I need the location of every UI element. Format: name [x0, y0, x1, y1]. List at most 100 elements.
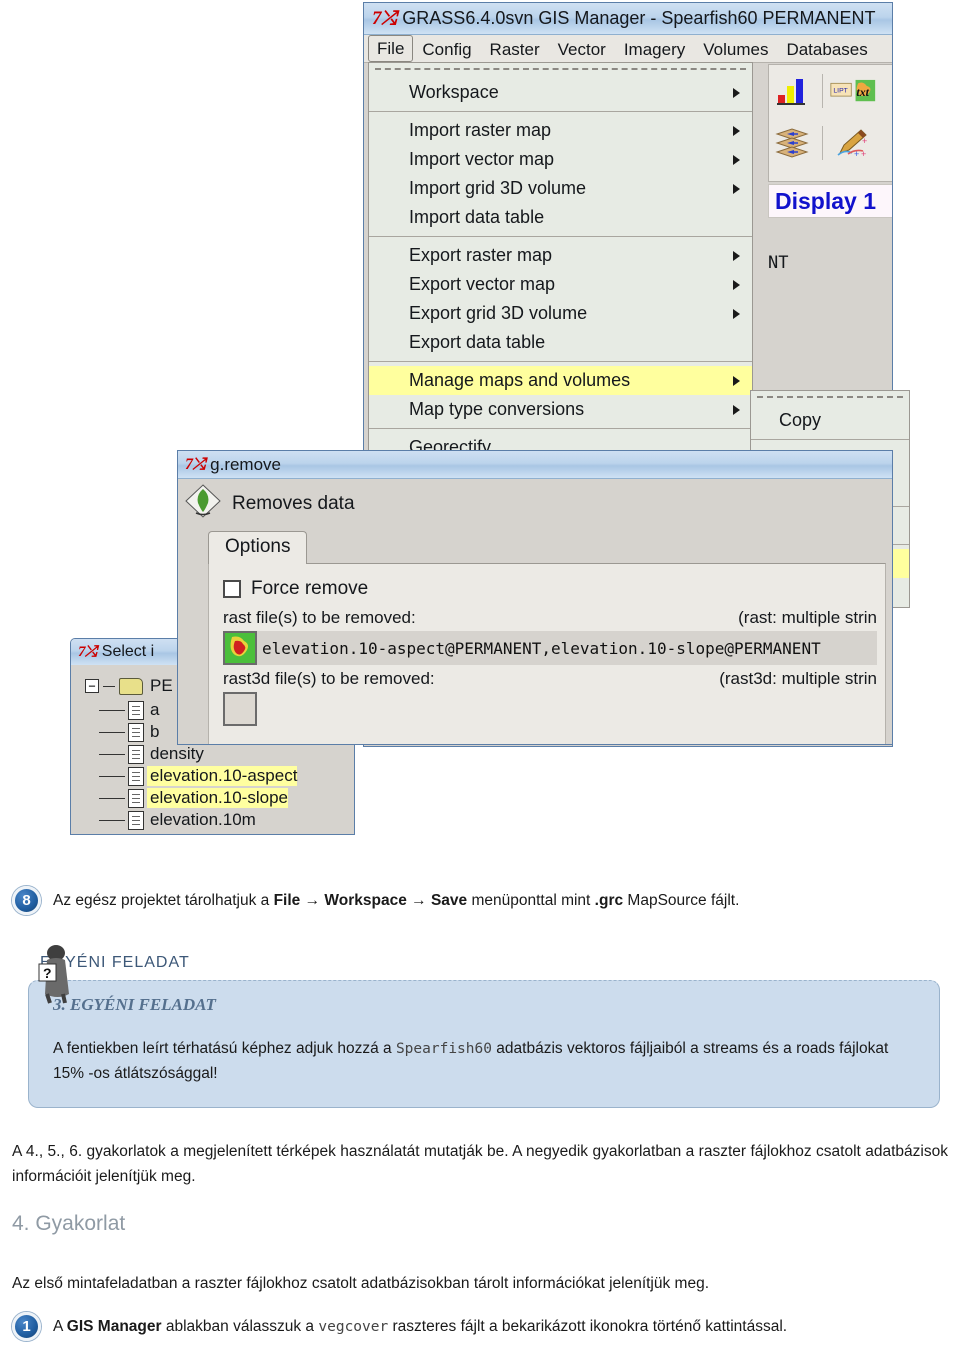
tree-root-label: PE — [150, 676, 173, 695]
question-person-icon: ? — [34, 942, 74, 1004]
file-keyword: File — [273, 892, 301, 909]
step-8-row: 8 Az egész projektet tárolhatjuk a File … — [12, 886, 952, 915]
menubar-item-imagery[interactable]: Imagery — [615, 35, 694, 62]
screenshot-image: 7 ⤮ GRASS6.4.0svn GIS Manager - Spearfis… — [0, 0, 960, 870]
submenu-tearoff-dashes[interactable] — [757, 396, 903, 405]
rast-field-label: rast file(s) to be removed: — [223, 608, 416, 627]
map-file-icon — [128, 744, 144, 764]
menu-item-label: Import vector map — [409, 149, 555, 169]
toolbar-row-1: LIPT txt — [769, 65, 892, 117]
rast-value-input[interactable]: elevation.10-aspect@PERMANENT,elevation.… — [257, 631, 877, 665]
menu-item-import-raster-map[interactable]: Import raster map — [369, 116, 752, 145]
menu-separator — [369, 111, 752, 112]
menu-separator — [369, 236, 752, 237]
menu-item-workspace[interactable]: Workspace — [369, 78, 752, 107]
menu-tearoff-dashes[interactable] — [375, 68, 746, 77]
menu-separator — [369, 361, 752, 362]
menu-item-export-raster-map[interactable]: Export raster map — [369, 241, 752, 270]
force-remove-checkbox[interactable] — [223, 580, 241, 598]
grass-diamond-icon — [182, 482, 224, 527]
menu-item-export-data-table[interactable]: Export data table — [369, 328, 752, 357]
lipt-txt-icon[interactable]: LIPT txt — [830, 71, 876, 111]
task-box-body: A fentiekben leírt térhatású képhez adju… — [53, 1040, 889, 1082]
rast3d-entry-row[interactable] — [223, 692, 877, 726]
step-1-text: A GIS Manager ablakban válasszuk a vegco… — [53, 1318, 788, 1335]
tree-connector — [99, 753, 125, 755]
menu-item-map-type-conversions[interactable]: Map type conversions — [369, 395, 752, 424]
grass-logo-icon: 7 ⤮ — [185, 455, 205, 473]
submenu-arrow-icon — [733, 154, 740, 165]
menu-item-import-grid-3d-volume[interactable]: Import grid 3D volume — [369, 174, 752, 203]
submenu-arrow-icon — [733, 375, 740, 386]
submenu-arrow-icon — [733, 125, 740, 136]
tree-collapse-icon[interactable]: − — [85, 679, 99, 693]
menu-item-export-vector-map[interactable]: Export vector map — [369, 270, 752, 299]
raster-map-icon[interactable] — [223, 631, 257, 665]
svg-text:txt: txt — [856, 85, 869, 99]
vegcover-file-name: vegcover — [318, 1319, 389, 1335]
menu-item-export-grid-3d-volume[interactable]: Export grid 3D volume — [369, 299, 752, 328]
tree-connector — [99, 709, 125, 711]
save-keyword: Save — [430, 892, 468, 909]
grass-menubar[interactable]: File Config Raster Vector Imagery Volume… — [364, 35, 892, 63]
menu-item-label: Map type conversions — [409, 399, 585, 419]
submenu-arrow-icon — [733, 308, 740, 319]
menubar-item-volumes[interactable]: Volumes — [694, 35, 777, 62]
step-1-row: 1 A GIS Manager ablakban válasszuk a veg… — [12, 1312, 952, 1341]
menubar-item-file[interactable]: File — [368, 35, 414, 62]
map-file-icon — [128, 722, 144, 742]
paragraph-first-sample-task: Az első mintafeladatban a raszter fájlok… — [12, 1275, 710, 1292]
rast-field-label-row: rast file(s) to be removed: (rast: multi… — [223, 604, 877, 628]
gremove-dialog: 7 ⤮ g.remove Removes data Options Force … — [177, 450, 893, 745]
menubar-item-vector[interactable]: Vector — [549, 35, 615, 62]
map-file-icon — [128, 766, 144, 786]
tree-item-label: b — [150, 722, 160, 741]
rast-field-hint: (rast: multiple strin — [738, 608, 877, 627]
tree-item-label: elevation.10m — [150, 810, 256, 829]
menu-item-label: Import data table — [409, 207, 545, 227]
toolbar-row-2: + + + — [769, 117, 892, 169]
barchart-icon[interactable] — [769, 71, 815, 111]
tree-connector — [103, 685, 115, 687]
svg-text:+: + — [861, 149, 866, 159]
menu-item-import-data-table[interactable]: Import data table — [369, 203, 752, 232]
svg-text:LIPT: LIPT — [833, 88, 847, 95]
menu-item-import-vector-map[interactable]: Import vector map — [369, 145, 752, 174]
tree-item-label: elevation.10-aspect — [147, 766, 298, 786]
tree-item[interactable]: elevation.10-slope — [79, 787, 350, 809]
tree-item[interactable]: elevation.10m — [79, 809, 350, 831]
display-tab-label[interactable]: Display 1 — [768, 184, 892, 218]
rast3d-field-label: rast3d file(s) to be removed: — [223, 669, 435, 688]
submenu-arrow-icon — [733, 87, 740, 98]
map-file-icon — [128, 810, 144, 830]
svg-text:+: + — [854, 149, 859, 159]
menubar-item-databases[interactable]: Databases — [777, 35, 876, 62]
menu-item-label: Export vector map — [409, 274, 556, 294]
rast3d-field-hint: (rast3d: multiple strin — [719, 669, 877, 688]
layers-icon[interactable] — [769, 123, 815, 163]
force-remove-row[interactable]: Force remove — [223, 574, 877, 604]
svg-text:+: + — [862, 136, 867, 146]
svg-text:?: ? — [43, 965, 52, 981]
submenu-item-copy[interactable]: Copy — [751, 406, 909, 435]
pencil-edit-icon[interactable]: + + + — [830, 123, 876, 163]
tree-connector — [99, 797, 125, 799]
raster3d-map-icon[interactable] — [223, 692, 257, 726]
tab-options[interactable]: Options — [208, 531, 308, 564]
menu-item-label: Export raster map — [409, 245, 553, 265]
grass-window-titlebar: 7 ⤮ GRASS6.4.0svn GIS Manager - Spearfis… — [364, 3, 892, 35]
select-dialog-title: Select i — [101, 643, 155, 660]
tree-item[interactable]: elevation.10-aspect — [79, 765, 350, 787]
tree-item[interactable]: density — [79, 743, 350, 765]
menubar-item-config[interactable]: Config — [413, 35, 480, 62]
menu-item-label: Import grid 3D volume — [409, 178, 587, 198]
step-8-text: Az egész projektet tárolhatjuk a File → … — [53, 892, 740, 909]
menu-item-manage-maps-and-volumes[interactable]: Manage maps and volumes — [369, 366, 752, 395]
gremove-description-row: Removes data — [178, 479, 892, 525]
tree-item-label: density — [150, 744, 204, 763]
menubar-item-raster[interactable]: Raster — [481, 35, 549, 62]
rast-entry-row[interactable]: elevation.10-aspect@PERMANENT,elevation.… — [223, 631, 877, 665]
menu-item-label: Workspace — [409, 82, 499, 102]
gremove-description: Removes data — [232, 493, 355, 514]
grass-toolbar: LIPT txt + + + — [768, 64, 892, 182]
